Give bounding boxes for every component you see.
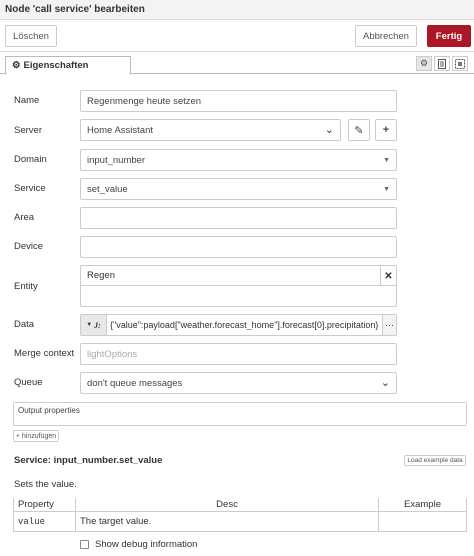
debug-option: Show debug information bbox=[80, 539, 197, 550]
domain-label: Domain bbox=[14, 154, 47, 165]
server-select[interactable]: Home Assistant ⌄ bbox=[80, 119, 341, 141]
dialog-title: Node 'call service' bearbeiten bbox=[0, 0, 474, 20]
chevron-down-icon: ⌄ bbox=[380, 377, 390, 389]
column-header-desc: Desc bbox=[75, 498, 379, 512]
table-header-row: Property Desc Example bbox=[13, 498, 467, 512]
service-label: Service bbox=[14, 183, 46, 194]
data-input[interactable]: ▼ J: {"value":payload["weather.forecast_… bbox=[80, 314, 397, 336]
column-header-property: Property bbox=[13, 498, 76, 512]
caret-down-icon: ▼ bbox=[86, 322, 93, 328]
appearance-tab-icon[interactable] bbox=[452, 56, 468, 71]
queue-select[interactable]: don't queue messages ⌄ bbox=[80, 372, 397, 394]
merge-context-label: Merge context bbox=[14, 348, 75, 359]
entity-label: Entity bbox=[14, 281, 38, 292]
gear-icon: ⚙ bbox=[12, 60, 21, 71]
domain-value: input_number bbox=[87, 154, 146, 166]
add-output-property-button[interactable]: + hinzufügen bbox=[13, 430, 59, 442]
tab-properties[interactable]: ⚙ Eigenschaften bbox=[5, 56, 131, 75]
description-tab-icon[interactable] bbox=[434, 56, 450, 71]
expand-editor-icon[interactable]: ⋯ bbox=[382, 315, 396, 335]
queue-label: Queue bbox=[14, 377, 43, 388]
name-value: Regenmenge heute setzen bbox=[87, 95, 202, 107]
entity-tag: Regen bbox=[81, 266, 396, 286]
output-properties-list: Output properties bbox=[13, 402, 467, 426]
delete-button[interactable]: Löschen bbox=[5, 25, 57, 47]
service-select[interactable]: set_value ▼ bbox=[80, 178, 397, 200]
debug-label: Show debug information bbox=[95, 539, 198, 550]
server-value: Home Assistant bbox=[87, 124, 153, 136]
server-label: Server bbox=[14, 125, 42, 136]
load-example-data-button[interactable]: Load example data bbox=[404, 455, 466, 466]
debug-checkbox[interactable] bbox=[80, 540, 89, 549]
name-label: Name bbox=[14, 95, 40, 106]
area-label: Area bbox=[14, 212, 35, 223]
jsonata-icon: J: bbox=[94, 320, 101, 330]
example-cell bbox=[378, 511, 467, 532]
table-row: value The target value. bbox=[13, 511, 467, 532]
name-input[interactable]: Regenmenge heute setzen bbox=[80, 90, 397, 112]
merge-context-input[interactable]: lightOptions bbox=[80, 343, 397, 365]
device-input[interactable] bbox=[80, 236, 397, 258]
device-label: Device bbox=[14, 241, 44, 252]
data-value: {"value":payload["weather.forecast_home"… bbox=[110, 320, 379, 330]
remove-entity-icon[interactable]: ✕ bbox=[380, 266, 396, 286]
service-info-title: Service: input_number.set_value bbox=[14, 455, 163, 466]
tab-properties-label: Eigenschaften bbox=[23, 60, 89, 71]
domain-select[interactable]: input_number ▼ bbox=[80, 149, 397, 171]
service-value: set_value bbox=[87, 183, 128, 195]
dialog-toolbar: Löschen Abbrechen Fertig bbox=[0, 20, 474, 52]
plus-icon: + bbox=[382, 124, 390, 136]
jsonata-type-selector[interactable]: ▼ J: bbox=[81, 315, 107, 335]
entity-input[interactable]: Regen ✕ bbox=[80, 265, 397, 307]
add-server-button[interactable]: + bbox=[375, 119, 397, 141]
property-cell: value bbox=[13, 511, 76, 532]
entity-value: Regen bbox=[87, 270, 115, 281]
area-input[interactable] bbox=[80, 207, 397, 229]
output-properties-label: Output properties bbox=[18, 406, 80, 415]
pencil-icon: ✎ bbox=[354, 124, 364, 137]
column-header-example: Example bbox=[378, 498, 467, 512]
chevron-down-icon: ⌄ bbox=[324, 124, 334, 136]
settings-tab-icon[interactable]: ⚙ bbox=[416, 56, 432, 71]
caret-down-icon: ▼ bbox=[383, 186, 390, 193]
queue-value: don't queue messages bbox=[87, 377, 183, 389]
merge-context-placeholder: lightOptions bbox=[87, 348, 138, 360]
edit-server-button[interactable]: ✎ bbox=[348, 119, 370, 141]
done-button[interactable]: Fertig bbox=[427, 25, 471, 47]
cancel-button[interactable]: Abbrechen bbox=[355, 25, 417, 47]
service-description: Sets the value. bbox=[14, 479, 77, 490]
desc-cell: The target value. bbox=[75, 511, 379, 532]
service-properties-table: Property Desc Example value The target v… bbox=[13, 498, 467, 532]
caret-down-icon: ▼ bbox=[383, 157, 390, 164]
data-label: Data bbox=[14, 319, 35, 330]
tab-bar: ⚙ Eigenschaften ⚙ bbox=[0, 52, 474, 75]
